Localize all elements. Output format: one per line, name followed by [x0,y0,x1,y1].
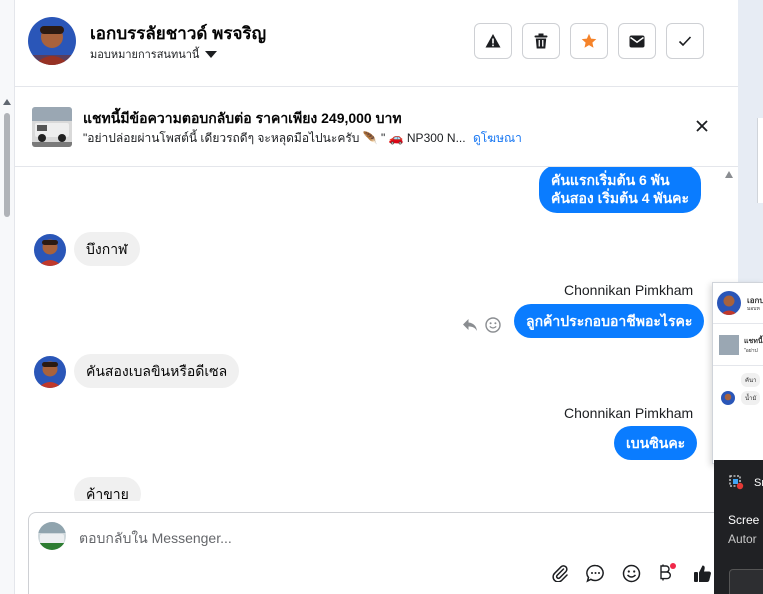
mini-chat-popup[interactable]: เอกบ มอบห แชทนี้ "อย่าป คันา น้ำมั [712,282,763,464]
close-ad-banner-button[interactable] [693,117,711,135]
view-ad-link[interactable]: ดูโฆษณา [473,131,522,145]
warning-icon [485,34,501,48]
saved-replies-button[interactable] [584,562,606,584]
popup-message: น้ำมั [741,391,761,405]
attach-icon [552,565,568,582]
right-panel-card [757,118,763,203]
caret-down-icon [205,50,218,58]
reply-input[interactable] [77,529,531,547]
close-icon [696,120,708,132]
ad-title: แชทนี้มีข้อความตอบกลับต่อ ราคาเพียง 249,… [83,110,402,126]
emoji-icon [622,564,640,582]
ad-subtitle: "อย่าปล่อยผ่านโพสต์นี้ เดียวรถดีๆ จะหลุด… [83,129,522,148]
reply-composer [28,512,722,594]
popup-avatar [717,291,741,315]
popup-message: คันา [741,373,761,387]
trash-icon [534,33,548,49]
popup-ad-title: แชทนี้ [744,338,763,345]
ad-thumbnail[interactable] [32,107,72,147]
mail-icon [629,35,645,47]
emoji-button[interactable] [620,562,642,584]
contact-avatar-small [34,234,66,266]
ad-snippet: "อย่าปล่อยผ่านโพสต์นี้ เดียวรถดีๆ จะหลุด… [83,131,466,145]
incoming-message[interactable]: ค้าขาย [74,477,141,501]
notification-preview[interactable] [729,569,763,594]
assign-dropdown[interactable]: มอบหมายการสนทนานี้ [90,45,218,63]
notification-body: Autor [728,532,757,546]
mark-unread-button[interactable] [618,23,656,59]
reply-icon[interactable] [462,318,478,332]
popup-ad-sub: "อย่าป [744,348,758,354]
mark-spam-button[interactable] [474,23,512,59]
divider [713,365,763,366]
page-avatar [38,522,66,550]
star-button[interactable] [570,23,608,59]
left-scrollbar[interactable] [0,0,15,594]
snip-notification[interactable]: Sn Scree Autor [714,460,763,594]
popup-assign: มอบห [747,306,760,312]
check-icon [678,36,692,47]
notification-title: Scree [728,513,760,527]
payment-button[interactable] [655,562,677,584]
outgoing-message[interactable]: คันแรกเริ่มต้น 6 พัน คันสอง เริ่มต้น 4 พ… [539,167,702,213]
like-icon [693,565,711,582]
message-line: คันสอง เริ่มต้น 4 พันคะ [551,190,690,206]
popup-msg-avatar [721,391,735,405]
attach-button[interactable] [549,562,571,584]
divider [713,323,763,324]
delete-button[interactable] [522,23,560,59]
sender-name: Chonnikan Pimkham [564,405,694,421]
mark-done-button[interactable] [666,23,704,59]
like-button[interactable] [691,562,713,584]
react-emoji-icon[interactable] [485,317,501,333]
message-line: คันแรกเริ่มต้น 6 พัน [551,172,670,188]
saved-reply-icon [585,564,604,582]
incoming-message[interactable]: คันสองเบลขินหรือดีเซล [74,354,240,388]
message-thread[interactable]: คันแรกเริ่มต้น 6 พัน คันสอง เริ่มต้น 4 พ… [15,167,723,501]
thread-scroll-up-icon[interactable] [725,171,733,178]
outgoing-message[interactable]: ลูกค้าประกอบอาชีพอะไรคะ [514,304,705,338]
popup-ad-thumbnail [719,335,739,355]
sender-name: Chonnikan Pimkham [564,282,694,298]
star-icon [581,33,597,48]
contact-name: เอกบรรลัยชาวด์ พรจริญ [90,24,267,43]
incoming-message[interactable]: บึงกาฬ [74,232,140,266]
snipping-tool-icon [729,475,744,490]
assign-label: มอบหมายการสนทนานี้ [90,49,200,61]
scroll-thumb[interactable] [4,113,10,217]
scroll-up-arrow-icon[interactable] [3,99,11,105]
contact-avatar-small [34,356,66,388]
bitcoin-icon [660,563,676,581]
conversation-header: เอกบรรลัยชาวด์ พรจริญ มอบหมายการสนทนานี้ [15,0,738,87]
notification-app-name: Sn [754,477,763,489]
ad-context-banner: แชทนี้มีข้อความตอบกลับต่อ ราคาเพียง 249,… [15,87,738,167]
outgoing-message[interactable]: เบนซินคะ [614,426,698,460]
contact-avatar[interactable] [28,17,76,65]
